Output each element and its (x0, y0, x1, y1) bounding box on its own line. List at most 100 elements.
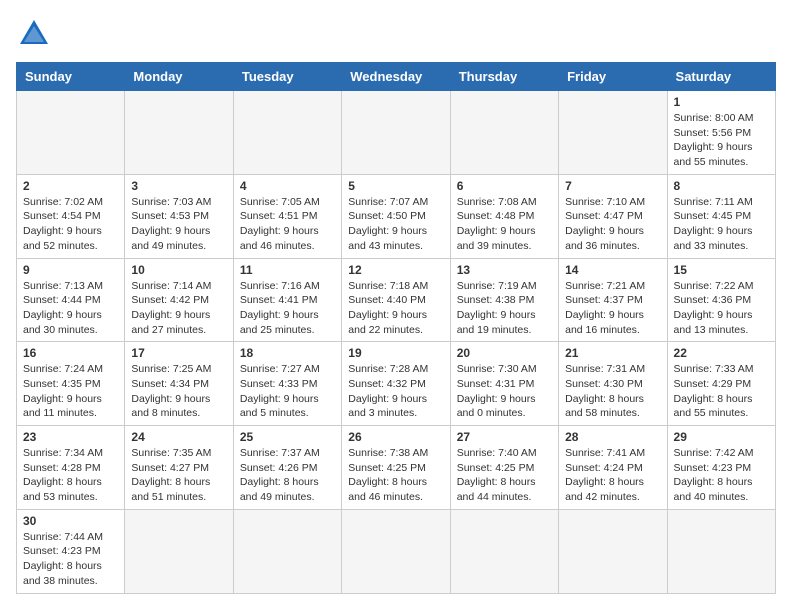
day-info: Sunrise: 7:24 AMSunset: 4:35 PMDaylight:… (23, 362, 118, 421)
day-info: Sunrise: 7:27 AMSunset: 4:33 PMDaylight:… (240, 362, 335, 421)
day-info: Sunrise: 7:25 AMSunset: 4:34 PMDaylight:… (131, 362, 226, 421)
calendar-cell: 29Sunrise: 7:42 AMSunset: 4:23 PMDayligh… (667, 426, 775, 510)
calendar-cell (342, 91, 450, 175)
day-number: 2 (23, 179, 118, 193)
calendar-cell: 21 Sunrise: 7:31 AMSunset: 4:30 PMDayligh… (559, 342, 667, 426)
calendar-cell (450, 91, 558, 175)
day-info: Sunrise: 7:40 AMSunset: 4:25 PMDaylight:… (457, 446, 552, 505)
weekday-header-monday: Monday (125, 63, 233, 91)
day-number: 20 (457, 346, 552, 360)
day-info: Sunrise: 7:10 AMSunset: 4:47 PMDaylight:… (565, 195, 660, 254)
day-number: 5 (348, 179, 443, 193)
calendar-cell (233, 509, 341, 593)
day-info: Sunrise: 7:19 AMSunset: 4:38 PMDaylight:… (457, 279, 552, 338)
day-number: 21 (565, 346, 660, 360)
day-info: Sunrise: 7:16 AMSunset: 4:41 PMDaylight:… (240, 279, 335, 338)
day-number: 25 (240, 430, 335, 444)
day-info: Sunrise: 7:02 AMSunset: 4:54 PMDaylight:… (23, 195, 118, 254)
calendar-cell: 1Sunrise: 8:00 AMSunset: 5:56 PMDaylight… (667, 91, 775, 175)
calendar-cell (559, 509, 667, 593)
day-info: Sunrise: 7:41 AMSunset: 4:24 PMDaylight:… (565, 446, 660, 505)
day-number: 19 (348, 346, 443, 360)
day-number: 17 (131, 346, 226, 360)
calendar-week-row: 30Sunrise: 7:44 AMSunset: 4:23 PMDayligh… (17, 509, 776, 593)
calendar-cell: 15 Sunrise: 7:22 AMSunset: 4:36 PMDayligh… (667, 258, 775, 342)
day-number: 10 (131, 263, 226, 277)
calendar-cell: 7 Sunrise: 7:10 AMSunset: 4:47 PMDaylight… (559, 174, 667, 258)
day-number: 28 (565, 430, 660, 444)
day-info: Sunrise: 7:28 AMSunset: 4:32 PMDaylight:… (348, 362, 443, 421)
calendar-cell: 27Sunrise: 7:40 AMSunset: 4:25 PMDayligh… (450, 426, 558, 510)
weekday-header-wednesday: Wednesday (342, 63, 450, 91)
calendar-cell: 22 Sunrise: 7:33 AMSunset: 4:29 PMDayligh… (667, 342, 775, 426)
calendar-cell: 14 Sunrise: 7:21 AMSunset: 4:37 PMDayligh… (559, 258, 667, 342)
calendar-table: SundayMondayTuesdayWednesdayThursdayFrid… (16, 62, 776, 594)
day-number: 9 (23, 263, 118, 277)
weekday-header-thursday: Thursday (450, 63, 558, 91)
calendar-cell: 30Sunrise: 7:44 AMSunset: 4:23 PMDayligh… (17, 509, 125, 593)
day-info: Sunrise: 7:33 AMSunset: 4:29 PMDaylight:… (674, 362, 769, 421)
day-info: Sunrise: 7:13 AMSunset: 4:44 PMDaylight:… (23, 279, 118, 338)
day-number: 1 (674, 95, 769, 109)
day-number: 18 (240, 346, 335, 360)
day-info: Sunrise: 7:21 AMSunset: 4:37 PMDaylight:… (565, 279, 660, 338)
day-number: 8 (674, 179, 769, 193)
calendar-cell (559, 91, 667, 175)
day-number: 24 (131, 430, 226, 444)
calendar-cell (450, 509, 558, 593)
calendar-cell: 25 Sunrise: 7:37 AMSunset: 4:26 PMDayligh… (233, 426, 341, 510)
calendar-cell: 24 Sunrise: 7:35 AMSunset: 4:27 PMDayligh… (125, 426, 233, 510)
calendar-week-row: 1Sunrise: 8:00 AMSunset: 5:56 PMDaylight… (17, 91, 776, 175)
calendar-cell: 10 Sunrise: 7:14 AMSunset: 4:42 PMDayligh… (125, 258, 233, 342)
calendar-cell (125, 509, 233, 593)
calendar-cell (125, 91, 233, 175)
calendar-week-row: 9 Sunrise: 7:13 AMSunset: 4:44 PMDaylight… (17, 258, 776, 342)
day-info: Sunrise: 7:31 AMSunset: 4:30 PMDaylight:… (565, 362, 660, 421)
day-number: 11 (240, 263, 335, 277)
day-info: Sunrise: 7:08 AMSunset: 4:48 PMDaylight:… (457, 195, 552, 254)
day-info: Sunrise: 7:38 AMSunset: 4:25 PMDaylight:… (348, 446, 443, 505)
day-number: 7 (565, 179, 660, 193)
day-info: Sunrise: 7:18 AMSunset: 4:40 PMDaylight:… (348, 279, 443, 338)
weekday-header-friday: Friday (559, 63, 667, 91)
calendar-cell: 12Sunrise: 7:18 AMSunset: 4:40 PMDayligh… (342, 258, 450, 342)
day-info: Sunrise: 7:30 AMSunset: 4:31 PMDaylight:… (457, 362, 552, 421)
calendar-cell (342, 509, 450, 593)
calendar-cell (233, 91, 341, 175)
day-number: 3 (131, 179, 226, 193)
calendar-cell: 17 Sunrise: 7:25 AMSunset: 4:34 PMDayligh… (125, 342, 233, 426)
day-number: 14 (565, 263, 660, 277)
weekday-header-saturday: Saturday (667, 63, 775, 91)
day-number: 22 (674, 346, 769, 360)
day-number: 26 (348, 430, 443, 444)
day-info: Sunrise: 7:34 AMSunset: 4:28 PMDaylight:… (23, 446, 118, 505)
calendar-cell: 16Sunrise: 7:24 AMSunset: 4:35 PMDayligh… (17, 342, 125, 426)
calendar-cell: 18 Sunrise: 7:27 AMSunset: 4:33 PMDayligh… (233, 342, 341, 426)
day-number: 4 (240, 179, 335, 193)
calendar-cell: 2 Sunrise: 7:02 AMSunset: 4:54 PMDaylight… (17, 174, 125, 258)
calendar-cell: 20 Sunrise: 7:30 AMSunset: 4:31 PMDayligh… (450, 342, 558, 426)
calendar-week-row: 2 Sunrise: 7:02 AMSunset: 4:54 PMDaylight… (17, 174, 776, 258)
day-number: 15 (674, 263, 769, 277)
calendar-cell (667, 509, 775, 593)
day-info: Sunrise: 7:35 AMSunset: 4:27 PMDaylight:… (131, 446, 226, 505)
day-info: Sunrise: 7:22 AMSunset: 4:36 PMDaylight:… (674, 279, 769, 338)
calendar-cell: 8 Sunrise: 7:11 AMSunset: 4:45 PMDaylight… (667, 174, 775, 258)
logo-area (16, 16, 54, 52)
calendar-cell: 5 Sunrise: 7:07 AMSunset: 4:50 PMDaylight… (342, 174, 450, 258)
day-info: Sunrise: 7:11 AMSunset: 4:45 PMDaylight:… (674, 195, 769, 254)
day-info: Sunrise: 7:37 AMSunset: 4:26 PMDaylight:… (240, 446, 335, 505)
weekday-header-tuesday: Tuesday (233, 63, 341, 91)
day-info: Sunrise: 7:14 AMSunset: 4:42 PMDaylight:… (131, 279, 226, 338)
calendar-cell: 26 Sunrise: 7:38 AMSunset: 4:25 PMDayligh… (342, 426, 450, 510)
calendar-cell: 6Sunrise: 7:08 AMSunset: 4:48 PMDaylight… (450, 174, 558, 258)
calendar-cell: 4Sunrise: 7:05 AMSunset: 4:51 PMDaylight… (233, 174, 341, 258)
calendar-cell (17, 91, 125, 175)
calendar-cell: 23 Sunrise: 7:34 AMSunset: 4:28 PMDayligh… (17, 426, 125, 510)
day-info: Sunrise: 7:07 AMSunset: 4:50 PMDaylight:… (348, 195, 443, 254)
calendar-week-row: 23 Sunrise: 7:34 AMSunset: 4:28 PMDayligh… (17, 426, 776, 510)
page-header (16, 16, 776, 52)
logo-icon (16, 16, 52, 52)
day-number: 23 (23, 430, 118, 444)
day-info: Sunrise: 7:42 AMSunset: 4:23 PMDaylight:… (674, 446, 769, 505)
